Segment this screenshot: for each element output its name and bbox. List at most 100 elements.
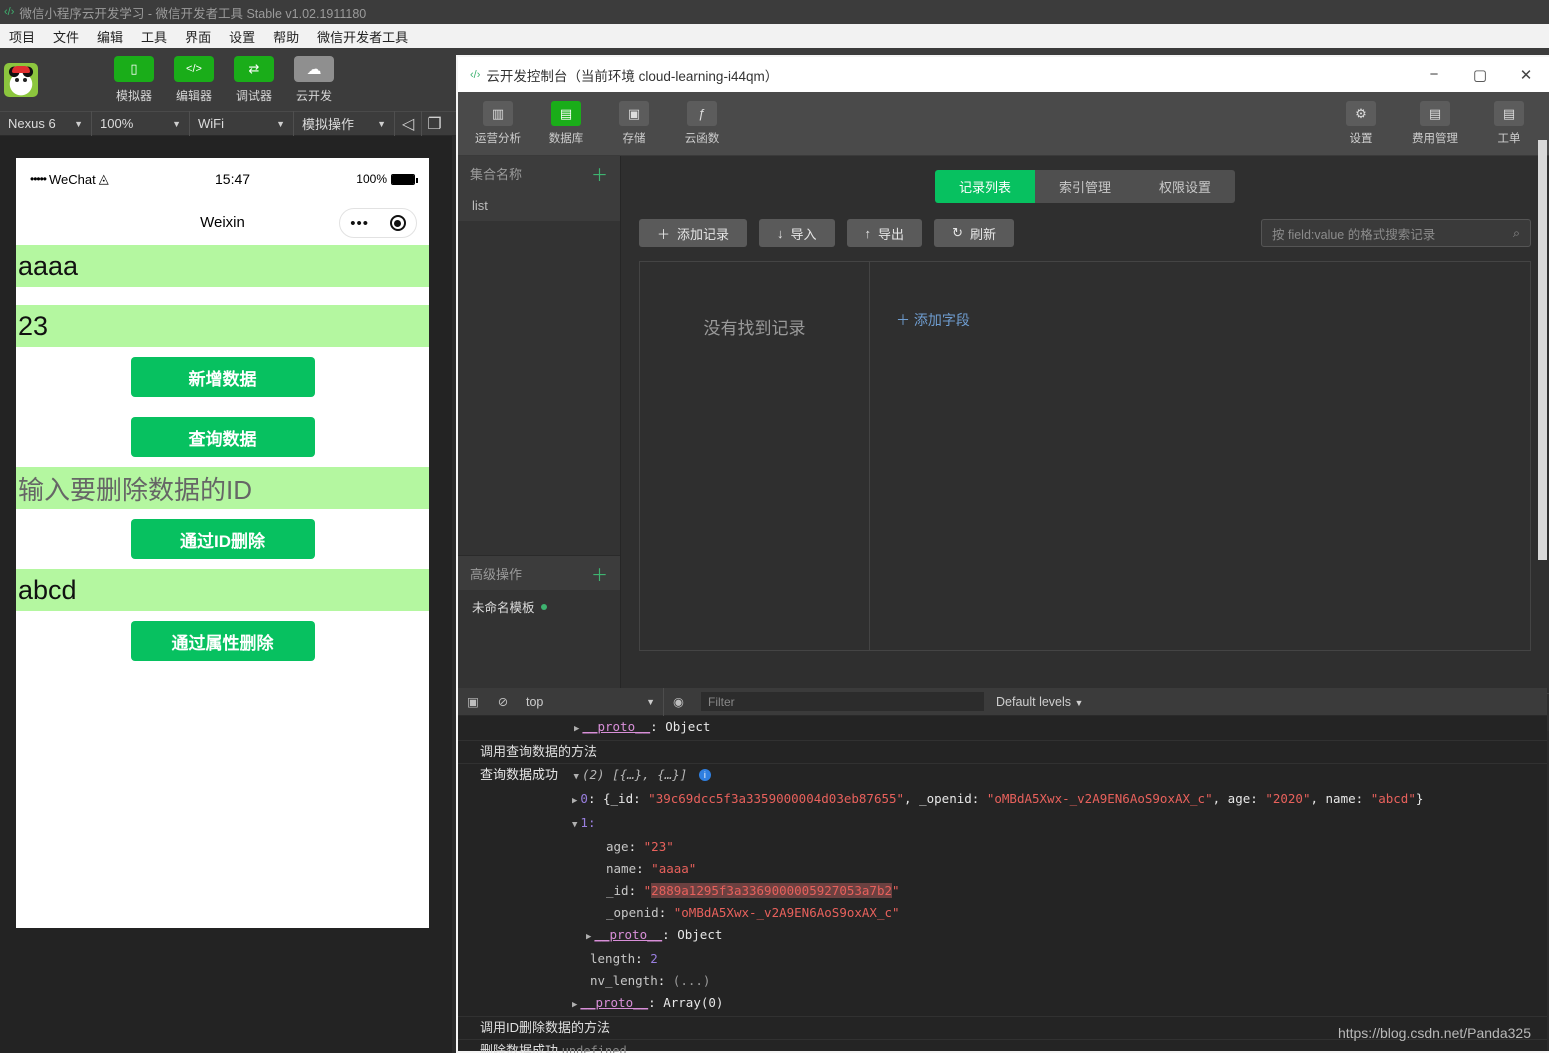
toolbar-cloud[interactable]: ☁ 云开发 xyxy=(292,55,336,104)
maximize-button[interactable]: ▢ xyxy=(1457,57,1503,92)
array-index-1: 1: xyxy=(580,815,596,830)
cloud-icon: ☁ xyxy=(294,55,334,82)
collapse-triangle-icon[interactable]: ▼ xyxy=(572,820,577,830)
close-capsule-icon[interactable] xyxy=(389,215,406,231)
execution-context-select[interactable]: top ▼ xyxy=(518,692,663,712)
import-button[interactable]: ↓ 导入 xyxy=(759,219,835,247)
tab-record-list[interactable]: 记录列表 xyxy=(934,170,1035,203)
export-button[interactable]: ↑ 导出 xyxy=(846,219,923,247)
toolbar-editor-label: 编辑器 xyxy=(175,88,212,103)
add-field-label: 添加字段 xyxy=(913,312,970,328)
network-select[interactable]: WiFi ▼ xyxy=(190,111,294,136)
collections-header: 集合名称 ＋ xyxy=(458,156,620,190)
log-row-array-proto[interactable]: ▶ __proto__: Array(0) xyxy=(458,992,1547,1017)
wechat-capsule-button[interactable]: ••• xyxy=(339,208,417,238)
toolbar-debugger[interactable]: ⇄ 调试器 xyxy=(232,55,276,104)
menu-item-tools[interactable]: 工具 xyxy=(132,25,176,48)
tab-permission-settings[interactable]: 权限设置 xyxy=(1135,170,1236,203)
delete-id-input[interactable]: 输入要删除数据的ID xyxy=(16,467,429,509)
expand-triangle-icon[interactable]: ▶ xyxy=(572,796,577,806)
simulate-action-select[interactable]: 模拟操作 ▼ xyxy=(294,111,395,136)
refresh-button[interactable]: ↻ 刷新 xyxy=(934,219,1014,247)
expand-triangle-icon[interactable]: ▶ xyxy=(586,932,591,942)
sidebar-bottom-pad xyxy=(458,623,620,693)
add-template-icon[interactable]: ＋ xyxy=(591,561,608,586)
nv-length-value[interactable]: (...) xyxy=(673,973,711,988)
prop-value-id[interactable]: 2889a1295f3a3369000005927053a7b2 xyxy=(651,883,892,898)
expand-triangle-icon[interactable]: ▶ xyxy=(572,1000,577,1010)
nav-analytics[interactable]: ▥ 运营分析 xyxy=(474,101,522,146)
menu-item-interface[interactable]: 界面 xyxy=(176,25,220,48)
database-main-panel: 记录列表 索引管理 权限设置 ＋ 添加记录 ↓ 导入 ↑ 导出 ↻ 刷新 按 f… xyxy=(621,156,1549,693)
query-data-button[interactable]: 查询数据 xyxy=(130,417,315,457)
delete-attr-input[interactable]: abcd xyxy=(16,569,429,611)
nav-database[interactable]: ▤ 数据库 xyxy=(542,101,590,146)
collapse-triangle-icon[interactable]: ▼ xyxy=(574,772,579,782)
log-row-item-1[interactable]: ▼ 1: xyxy=(458,812,1547,836)
proto-value: Object xyxy=(677,927,723,942)
tab-index-management[interactable]: 索引管理 xyxy=(1034,170,1135,203)
sidebar-spacer xyxy=(458,221,620,556)
battery-indicator: 100% xyxy=(356,172,418,186)
nav-billing[interactable]: ▤ 费用管理 xyxy=(1405,101,1465,146)
add-field-button[interactable]: ＋ 添加字段 xyxy=(870,262,1530,650)
menu-item-edit[interactable]: 编辑 xyxy=(88,25,132,48)
zoom-select[interactable]: 100% ▼ xyxy=(92,111,190,136)
nav-settings-label: 设置 xyxy=(1349,133,1373,145)
proto-key: __proto__ xyxy=(580,995,649,1010)
nav-database-label: 数据库 xyxy=(548,133,584,145)
console-filter-input[interactable]: Filter xyxy=(701,692,984,711)
nav-settings[interactable]: ⚙ 设置 xyxy=(1337,101,1385,146)
log-levels-select[interactable]: Default levels ▼ xyxy=(996,695,1083,709)
toolbar-editor[interactable]: </> 编辑器 xyxy=(172,55,216,104)
chevron-down-icon: ▼ xyxy=(377,118,386,129)
menu-item-project[interactable]: 项目 xyxy=(0,25,44,48)
close-button[interactable]: ✕ xyxy=(1503,57,1549,92)
export-label: 导出 xyxy=(878,226,905,242)
eye-icon[interactable]: ◉ xyxy=(663,687,693,716)
search-records-input[interactable]: 按 field:value 的格式搜索记录 ⌕ xyxy=(1261,219,1531,247)
prop-key-age: age xyxy=(606,839,629,854)
name-input[interactable]: aaaa xyxy=(16,245,429,287)
add-data-button[interactable]: 新增数据 xyxy=(130,357,315,397)
nav-storage[interactable]: ▣ 存储 xyxy=(610,101,658,146)
collection-item-list[interactable]: list xyxy=(458,190,620,221)
clear-console-icon[interactable]: ⊘ xyxy=(488,688,518,716)
more-icon[interactable]: ••• xyxy=(350,215,369,232)
vertical-scrollbar[interactable] xyxy=(1538,140,1547,560)
expand-triangle-icon[interactable]: ▶ xyxy=(574,724,579,734)
add-record-button[interactable]: ＋ 添加记录 xyxy=(639,219,748,247)
device-select[interactable]: Nexus 6 ▼ xyxy=(0,111,92,136)
menu-item-devtools[interactable]: 微信开发者工具 xyxy=(308,25,417,48)
add-collection-icon[interactable]: ＋ xyxy=(591,161,608,186)
delete-by-id-button[interactable]: 通过ID删除 xyxy=(130,519,315,559)
mute-icon[interactable]: ◁ xyxy=(395,111,421,136)
minimize-button[interactable]: − xyxy=(1411,57,1457,92)
delete-by-attr-row: 通过属性删除 xyxy=(16,611,429,671)
menu-item-file[interactable]: 文件 xyxy=(44,25,88,48)
nav-cloud-function[interactable]: ƒ 云函数 xyxy=(678,101,726,146)
window-icon[interactable]: ❐ xyxy=(421,111,447,136)
template-item-unnamed[interactable]: 未命名模板 xyxy=(458,590,620,623)
database-icon: ▤ xyxy=(551,101,581,126)
delete-by-attr-button[interactable]: 通过属性删除 xyxy=(130,621,315,661)
nav-ticket[interactable]: ▤ 工单 xyxy=(1485,101,1533,146)
page-title: Weixin xyxy=(200,214,245,231)
log-row-nv-length[interactable]: nv_length: (...) xyxy=(458,970,1547,992)
log-row-proto-top[interactable]: ▶ __proto__: Object xyxy=(458,716,1547,741)
nv-length-key: nv_length xyxy=(590,973,658,988)
toolbar-simulator[interactable]: ▯ 模拟器 xyxy=(112,55,156,104)
panel-toggle-icon[interactable]: ▣ xyxy=(458,688,488,716)
info-badge-icon[interactable]: i xyxy=(698,769,711,781)
log-row-length: length: 2 xyxy=(590,951,658,966)
ide-title-bar: ‹/› 微信小程序云开发学习 - 微信开发者工具 Stable v1.02.19… xyxy=(0,0,1549,24)
status-time: 15:47 xyxy=(215,171,251,187)
log-row-item1-proto[interactable]: ▶ __proto__: Object xyxy=(458,924,1547,948)
log-row-item-0[interactable]: ▶ 0: {_id: "39c69dcc5f3a3359000004d03eb87… xyxy=(458,788,1547,812)
row0-age-value: "2020" xyxy=(1265,791,1311,806)
menu-item-settings[interactable]: 设置 xyxy=(220,25,264,48)
search-icon[interactable]: ⌕ xyxy=(1513,226,1520,241)
age-input[interactable]: 23 xyxy=(16,305,429,347)
proto-key: __proto__ xyxy=(582,719,651,734)
menu-item-help[interactable]: 帮助 xyxy=(264,25,308,48)
